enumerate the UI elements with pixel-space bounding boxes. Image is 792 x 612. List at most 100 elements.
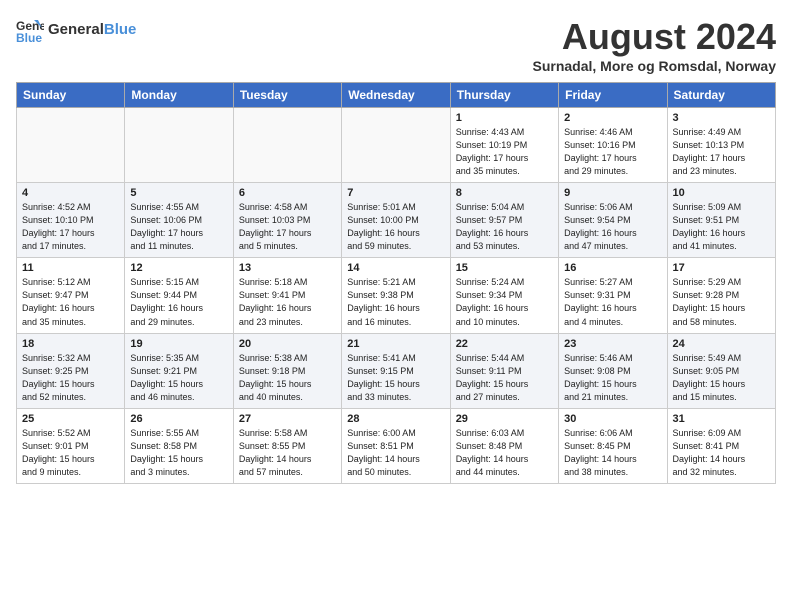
- day-number: 4: [22, 187, 119, 199]
- table-row: 8Sunrise: 5:04 AM Sunset: 9:57 PM Daylig…: [450, 183, 558, 258]
- table-row: 11 Sunrise: 5:12 AM Sunset: 9:47 PM Dayli…: [17, 258, 125, 333]
- day-info: Sunrise: 5:09 AM Sunset: 9:51 PM Dayligh…: [673, 201, 770, 253]
- table-row: 10Sunrise: 5:09 AM Sunset: 9:51 PM Dayli…: [667, 183, 775, 258]
- table-row: 7 Sunrise: 5:01 AM Sunset: 10:00 PM Dayli…: [342, 183, 450, 258]
- table-row: 25Sunrise: 5:52 AM Sunset: 9:01 PM Dayli…: [17, 408, 125, 483]
- day-number: 31: [673, 413, 770, 425]
- day-info: Sunrise: 5:46 AM Sunset: 9:08 PM Dayligh…: [564, 352, 661, 404]
- day-info: Sunrise: 5:15 AM Sunset: 9:44 PM Dayligh…: [130, 276, 227, 328]
- day-number: 23: [564, 338, 661, 350]
- day-number: 15: [456, 262, 553, 274]
- day-info: Sunrise: 5:29 AM Sunset: 9:28 PM Dayligh…: [673, 276, 770, 328]
- day-info: Sunrise: 4:52 AM Sunset: 10:10 PM Daylig…: [22, 201, 119, 253]
- day-number: 7: [347, 187, 444, 199]
- day-info: Sunrise: 4:49 AM Sunset: 10:13 PM Daylig…: [673, 126, 770, 178]
- logo: General Blue GeneralBlue: [16, 16, 136, 44]
- table-row: 17 Sunrise: 5:29 AM Sunset: 9:28 PM Dayli…: [667, 258, 775, 333]
- day-number: 5: [130, 187, 227, 199]
- day-info: Sunrise: 6:03 AM Sunset: 8:48 PM Dayligh…: [456, 427, 553, 479]
- day-info: Sunrise: 5:49 AM Sunset: 9:05 PM Dayligh…: [673, 352, 770, 404]
- table-row: [125, 108, 233, 183]
- day-info: Sunrise: 5:32 AM Sunset: 9:25 PM Dayligh…: [22, 352, 119, 404]
- logo-icon: General Blue: [16, 16, 44, 44]
- table-row: 5 Sunrise: 4:55 AM Sunset: 10:06 PM Dayli…: [125, 183, 233, 258]
- day-number: 30: [564, 413, 661, 425]
- table-row: 24 Sunrise: 5:49 AM Sunset: 9:05 PM Dayli…: [667, 333, 775, 408]
- day-info: Sunrise: 5:27 AM Sunset: 9:31 PM Dayligh…: [564, 276, 661, 328]
- day-number: 16: [564, 262, 661, 274]
- calendar-table: Sunday Monday Tuesday Wednesday Thursday…: [16, 82, 776, 484]
- weekday-header-row: Sunday Monday Tuesday Wednesday Thursday…: [17, 83, 776, 108]
- header-wednesday: Wednesday: [342, 83, 450, 108]
- header-sunday: Sunday: [17, 83, 125, 108]
- calendar-week-row: 18 Sunrise: 5:32 AM Sunset: 9:25 PM Dayli…: [17, 333, 776, 408]
- day-number: 18: [22, 338, 119, 350]
- table-row: 13Sunrise: 5:18 AM Sunset: 9:41 PM Dayli…: [233, 258, 341, 333]
- day-number: 9: [564, 187, 661, 199]
- day-number: 27: [239, 413, 336, 425]
- day-info: Sunrise: 5:58 AM Sunset: 8:55 PM Dayligh…: [239, 427, 336, 479]
- svg-text:Blue: Blue: [16, 31, 42, 44]
- title-area: August 2024 Surnadal, More og Romsdal, N…: [533, 16, 777, 74]
- calendar-week-row: 4 Sunrise: 4:52 AM Sunset: 10:10 PM Dayli…: [17, 183, 776, 258]
- header-monday: Monday: [125, 83, 233, 108]
- table-row: 1Sunrise: 4:43 AM Sunset: 10:19 PM Dayli…: [450, 108, 558, 183]
- calendar-week-row: 1Sunrise: 4:43 AM Sunset: 10:19 PM Dayli…: [17, 108, 776, 183]
- day-number: 25: [22, 413, 119, 425]
- header: General Blue GeneralBlue August 2024 Sur…: [16, 16, 776, 74]
- day-info: Sunrise: 5:12 AM Sunset: 9:47 PM Dayligh…: [22, 276, 119, 328]
- table-row: 22 Sunrise: 5:44 AM Sunset: 9:11 PM Dayli…: [450, 333, 558, 408]
- day-info: Sunrise: 5:06 AM Sunset: 9:54 PM Dayligh…: [564, 201, 661, 253]
- day-number: 28: [347, 413, 444, 425]
- table-row: 3Sunrise: 4:49 AM Sunset: 10:13 PM Dayli…: [667, 108, 775, 183]
- day-number: 12: [130, 262, 227, 274]
- calendar-title: August 2024: [533, 16, 777, 58]
- day-info: Sunrise: 6:09 AM Sunset: 8:41 PM Dayligh…: [673, 427, 770, 479]
- table-row: 30 Sunrise: 6:06 AM Sunset: 8:45 PM Dayli…: [559, 408, 667, 483]
- day-number: 21: [347, 338, 444, 350]
- day-number: 20: [239, 338, 336, 350]
- calendar-subtitle: Surnadal, More og Romsdal, Norway: [533, 58, 777, 74]
- day-info: Sunrise: 5:21 AM Sunset: 9:38 PM Dayligh…: [347, 276, 444, 328]
- day-number: 19: [130, 338, 227, 350]
- day-info: Sunrise: 5:44 AM Sunset: 9:11 PM Dayligh…: [456, 352, 553, 404]
- day-number: 6: [239, 187, 336, 199]
- day-number: 24: [673, 338, 770, 350]
- day-info: Sunrise: 5:18 AM Sunset: 9:41 PM Dayligh…: [239, 276, 336, 328]
- table-row: [342, 108, 450, 183]
- day-info: Sunrise: 4:43 AM Sunset: 10:19 PM Daylig…: [456, 126, 553, 178]
- day-info: Sunrise: 4:58 AM Sunset: 10:03 PM Daylig…: [239, 201, 336, 253]
- day-info: Sunrise: 6:06 AM Sunset: 8:45 PM Dayligh…: [564, 427, 661, 479]
- day-number: 14: [347, 262, 444, 274]
- table-row: 14 Sunrise: 5:21 AM Sunset: 9:38 PM Dayli…: [342, 258, 450, 333]
- table-row: 26 Sunrise: 5:55 AM Sunset: 8:58 PM Dayli…: [125, 408, 233, 483]
- table-row: 2Sunrise: 4:46 AM Sunset: 10:16 PM Dayli…: [559, 108, 667, 183]
- day-number: 2: [564, 112, 661, 124]
- day-number: 11: [22, 262, 119, 274]
- table-row: 4 Sunrise: 4:52 AM Sunset: 10:10 PM Dayli…: [17, 183, 125, 258]
- calendar-week-row: 11 Sunrise: 5:12 AM Sunset: 9:47 PM Dayli…: [17, 258, 776, 333]
- day-number: 26: [130, 413, 227, 425]
- header-tuesday: Tuesday: [233, 83, 341, 108]
- table-row: 20Sunrise: 5:38 AM Sunset: 9:18 PM Dayli…: [233, 333, 341, 408]
- day-info: Sunrise: 6:00 AM Sunset: 8:51 PM Dayligh…: [347, 427, 444, 479]
- day-info: Sunrise: 5:55 AM Sunset: 8:58 PM Dayligh…: [130, 427, 227, 479]
- day-number: 29: [456, 413, 553, 425]
- day-info: Sunrise: 5:35 AM Sunset: 9:21 PM Dayligh…: [130, 352, 227, 404]
- day-info: Sunrise: 5:01 AM Sunset: 10:00 PM Daylig…: [347, 201, 444, 253]
- day-number: 17: [673, 262, 770, 274]
- day-info: Sunrise: 5:41 AM Sunset: 9:15 PM Dayligh…: [347, 352, 444, 404]
- header-saturday: Saturday: [667, 83, 775, 108]
- table-row: 18 Sunrise: 5:32 AM Sunset: 9:25 PM Dayli…: [17, 333, 125, 408]
- day-info: Sunrise: 5:24 AM Sunset: 9:34 PM Dayligh…: [456, 276, 553, 328]
- table-row: 21 Sunrise: 5:41 AM Sunset: 9:15 PM Dayli…: [342, 333, 450, 408]
- header-friday: Friday: [559, 83, 667, 108]
- day-info: Sunrise: 4:55 AM Sunset: 10:06 PM Daylig…: [130, 201, 227, 253]
- logo-blue: Blue: [104, 21, 137, 38]
- table-row: 23 Sunrise: 5:46 AM Sunset: 9:08 PM Dayli…: [559, 333, 667, 408]
- day-info: Sunrise: 5:04 AM Sunset: 9:57 PM Dayligh…: [456, 201, 553, 253]
- day-number: 22: [456, 338, 553, 350]
- table-row: 28 Sunrise: 6:00 AM Sunset: 8:51 PM Dayli…: [342, 408, 450, 483]
- table-row: 15 Sunrise: 5:24 AM Sunset: 9:34 PM Dayli…: [450, 258, 558, 333]
- table-row: 27 Sunrise: 5:58 AM Sunset: 8:55 PM Dayli…: [233, 408, 341, 483]
